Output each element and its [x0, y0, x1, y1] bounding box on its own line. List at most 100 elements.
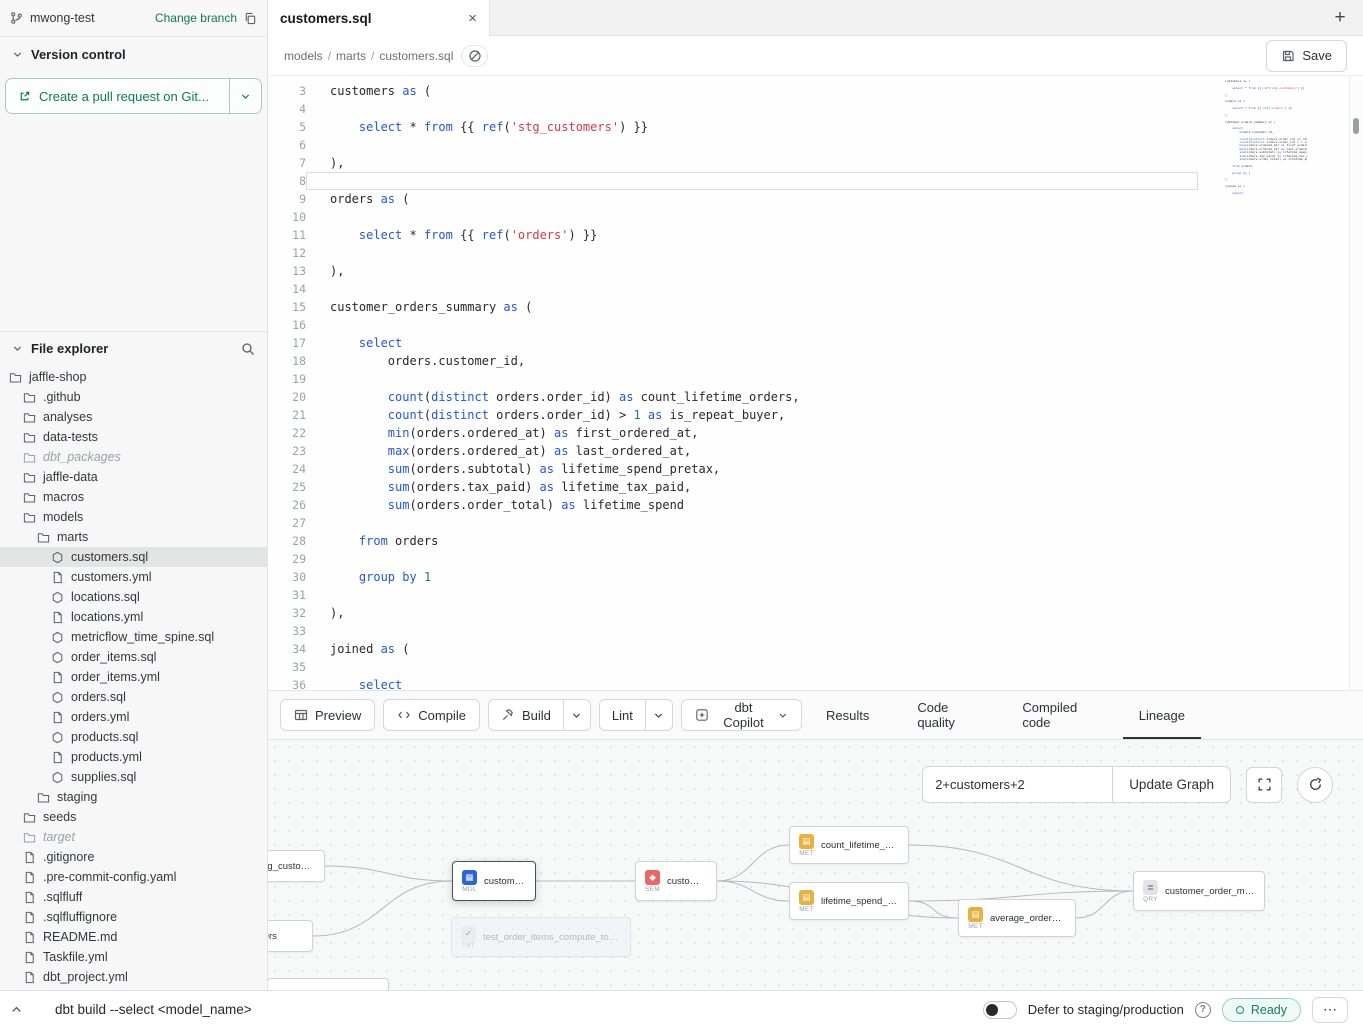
create-pr-button[interactable]: Create a pull request on Git...	[5, 78, 262, 114]
breadcrumb-item-models[interactable]: models	[284, 49, 323, 63]
lineage-node-count_lifetime_orders[interactable]: ▤METcount_lifetime_orders	[789, 826, 909, 864]
panel-tab-compiled-code[interactable]: Compiled code	[1006, 691, 1106, 739]
close-tab-icon[interactable]: ×	[468, 10, 477, 27]
fullscreen-button[interactable]	[1246, 767, 1282, 803]
code-line-12[interactable]: 12	[268, 244, 1363, 262]
tree-folder-models[interactable]: models	[0, 507, 267, 527]
tree-file-.gitignore[interactable]: .gitignore	[0, 847, 267, 867]
tree-folder-seeds[interactable]: seeds	[0, 807, 267, 827]
tree-folder-dbt_packages[interactable]: dbt_packages	[0, 447, 267, 467]
tree-folder-target[interactable]: target	[0, 827, 267, 847]
tree-file-supplies.sql[interactable]: supplies.sql	[0, 767, 267, 787]
dbt-copilot-button[interactable]: dbt Copilot	[681, 699, 802, 731]
save-button[interactable]: Save	[1266, 40, 1347, 72]
tree-file-Taskfile.yml[interactable]: Taskfile.yml	[0, 947, 267, 967]
update-graph-button[interactable]: Update Graph	[1112, 766, 1231, 803]
tree-folder-jaffle-shop[interactable]: jaffle-shop	[0, 367, 267, 387]
tree-folder-.github[interactable]: .github	[0, 387, 267, 407]
lineage-node-lifetime_spend_pretax[interactable]: ▤METlifetime_spend_pretax	[789, 882, 909, 920]
compile-button[interactable]: Compile	[383, 699, 480, 731]
tree-file-README.md[interactable]: README.md	[0, 927, 267, 947]
tree-file-customers.yml[interactable]: customers.yml	[0, 567, 267, 587]
version-control-header[interactable]: Version control	[0, 37, 267, 70]
tree-folder-macros[interactable]: macros	[0, 487, 267, 507]
tree-folder-analyses[interactable]: analyses	[0, 407, 267, 427]
file-explorer-header[interactable]: File explorer	[0, 332, 267, 361]
tree-file-dbt_project.yml[interactable]: dbt_project.yml	[0, 967, 267, 987]
code-line-27[interactable]: 27	[268, 514, 1363, 532]
toggle-compiled-button[interactable]	[461, 45, 488, 67]
code-line-29[interactable]: 29	[268, 550, 1363, 568]
lineage-node-customer_order_metrics[interactable]: ≣QRYcustomer_order_metrics	[1133, 871, 1265, 911]
code-editor[interactable]: 3customers as (45 select * from {{ ref('…	[268, 76, 1363, 690]
lineage-node-customers_sem[interactable]: ◆SEMcustomers	[635, 861, 717, 901]
code-line-7[interactable]: 7),	[268, 154, 1363, 172]
code-line-22[interactable]: 22 min(orders.ordered_at) as first_order…	[268, 424, 1363, 442]
lint-button[interactable]: Lint	[600, 700, 645, 730]
new-tab-button[interactable]: +	[1317, 0, 1363, 35]
more-options-button[interactable]: ⋯	[1312, 997, 1348, 1023]
code-line-20[interactable]: 20 count(distinct orders.order_id) as co…	[268, 388, 1363, 406]
code-line-11[interactable]: 11 select * from {{ ref('orders') }}	[268, 226, 1363, 244]
tree-file-orders.yml[interactable]: orders.yml	[0, 707, 267, 727]
tree-file-.sqlfluff[interactable]: .sqlfluff	[0, 887, 267, 907]
code-line-4[interactable]: 4	[268, 100, 1363, 118]
code-line-16[interactable]: 16	[268, 316, 1363, 334]
create-pr-dropdown[interactable]	[229, 79, 261, 113]
tree-file-locations.yml[interactable]: locations.yml	[0, 607, 267, 627]
code-line-23[interactable]: 23 max(orders.ordered_at) as last_ordere…	[268, 442, 1363, 460]
tree-folder-data-tests[interactable]: data-tests	[0, 427, 267, 447]
code-line-9[interactable]: 9orders as (	[268, 190, 1363, 208]
code-line-26[interactable]: 26 sum(orders.order_total) as lifetime_s…	[268, 496, 1363, 514]
preview-button[interactable]: Preview	[280, 699, 375, 731]
tree-file-order_items.yml[interactable]: order_items.yml	[0, 667, 267, 687]
tree-file-order_items.sql[interactable]: order_items.sql	[0, 647, 267, 667]
tree-folder-marts[interactable]: marts	[0, 527, 267, 547]
breadcrumb-item-customers.sql[interactable]: customers.sql	[379, 49, 453, 63]
chevron-up-icon[interactable]	[10, 1003, 23, 1016]
help-icon[interactable]: ?	[1195, 1002, 1211, 1018]
search-icon[interactable]	[241, 342, 255, 356]
panel-tab-code-quality[interactable]: Code quality	[901, 691, 990, 739]
code-line-35[interactable]: 35	[268, 658, 1363, 676]
code-line-18[interactable]: 18 orders.customer_id,	[268, 352, 1363, 370]
tree-file-products.sql[interactable]: products.sql	[0, 727, 267, 747]
lint-dropdown[interactable]	[645, 700, 672, 730]
defer-toggle[interactable]	[983, 1001, 1017, 1019]
tree-file-.sqlfluffignore[interactable]: .sqlfluffignore	[0, 907, 267, 927]
tree-file-customers.sql[interactable]: customers.sql	[0, 547, 267, 567]
lineage-node-orders[interactable]: ▦MDLorders	[268, 920, 313, 952]
chevron-down-icon[interactable]	[12, 49, 23, 60]
code-line-8[interactable]: 8	[268, 172, 1363, 190]
lineage-node-test_order_items[interactable]: ✓TSTtest_order_items_compute_to_bools...	[451, 917, 631, 957]
code-line-36[interactable]: 36 select	[268, 676, 1363, 690]
tree-file-.pre-commit-config.yaml[interactable]: .pre-commit-config.yaml	[0, 867, 267, 887]
tree-file-metricflow_time_spine.sql[interactable]: metricflow_time_spine.sql	[0, 627, 267, 647]
code-line-24[interactable]: 24 sum(orders.subtotal) as lifetime_spen…	[268, 460, 1363, 478]
code-line-33[interactable]: 33	[268, 622, 1363, 640]
code-line-34[interactable]: 34joined as (	[268, 640, 1363, 658]
lineage-node-partial_bottom[interactable]	[268, 978, 389, 990]
breadcrumb-item-marts[interactable]: marts	[336, 49, 366, 63]
tree-folder-jaffle-data[interactable]: jaffle-data	[0, 467, 267, 487]
code-line-30[interactable]: 30 group by 1	[268, 568, 1363, 586]
tree-file-locations.sql[interactable]: locations.sql	[0, 587, 267, 607]
tree-folder-staging[interactable]: staging	[0, 787, 267, 807]
code-line-6[interactable]: 6	[268, 136, 1363, 154]
build-dropdown[interactable]	[563, 700, 590, 730]
code-line-31[interactable]: 31	[268, 586, 1363, 604]
code-line-15[interactable]: 15customer_orders_summary as (	[268, 298, 1363, 316]
build-button[interactable]: Build	[489, 700, 563, 730]
lineage-node-average_order_value[interactable]: ▤METaverage_order_value	[958, 899, 1076, 937]
lineage-node-customers_mdl[interactable]: ▦MDLcustomers	[452, 861, 536, 901]
scrollbar-thumb[interactable]	[1353, 118, 1359, 134]
code-line-19[interactable]: 19	[268, 370, 1363, 388]
tab-customers-sql[interactable]: customers.sql ×	[268, 0, 490, 36]
copy-icon[interactable]	[244, 12, 257, 25]
refresh-button[interactable]	[1297, 767, 1333, 803]
code-line-21[interactable]: 21 count(distinct orders.order_id) > 1 a…	[268, 406, 1363, 424]
code-line-14[interactable]: 14	[268, 280, 1363, 298]
tree-file-orders.sql[interactable]: orders.sql	[0, 687, 267, 707]
code-line-10[interactable]: 10	[268, 208, 1363, 226]
code-line-25[interactable]: 25 sum(orders.tax_paid) as lifetime_tax_…	[268, 478, 1363, 496]
